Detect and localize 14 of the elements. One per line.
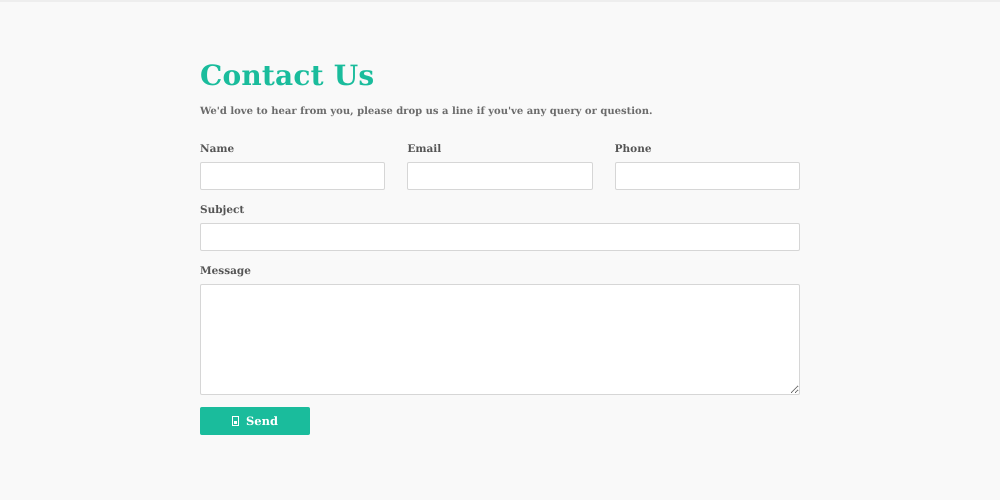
field-label: Email xyxy=(407,143,442,155)
field-label: Subject xyxy=(200,204,246,216)
input-field[interactable] xyxy=(407,162,593,190)
field-label: Phone xyxy=(614,143,653,155)
send-button[interactable]: Send xyxy=(200,407,310,435)
intro-text: We'd love to hear from you, please drop us a line if you've any query or question. xyxy=(200,106,654,117)
input-field[interactable] xyxy=(614,162,800,190)
input-field[interactable] xyxy=(200,223,800,251)
page-title: Contact Us xyxy=(200,58,376,94)
field-label: Message xyxy=(200,265,252,277)
message-field[interactable] xyxy=(200,284,800,395)
field-label: Name xyxy=(200,143,236,155)
send-icon xyxy=(232,416,239,426)
input-field[interactable] xyxy=(200,162,386,190)
